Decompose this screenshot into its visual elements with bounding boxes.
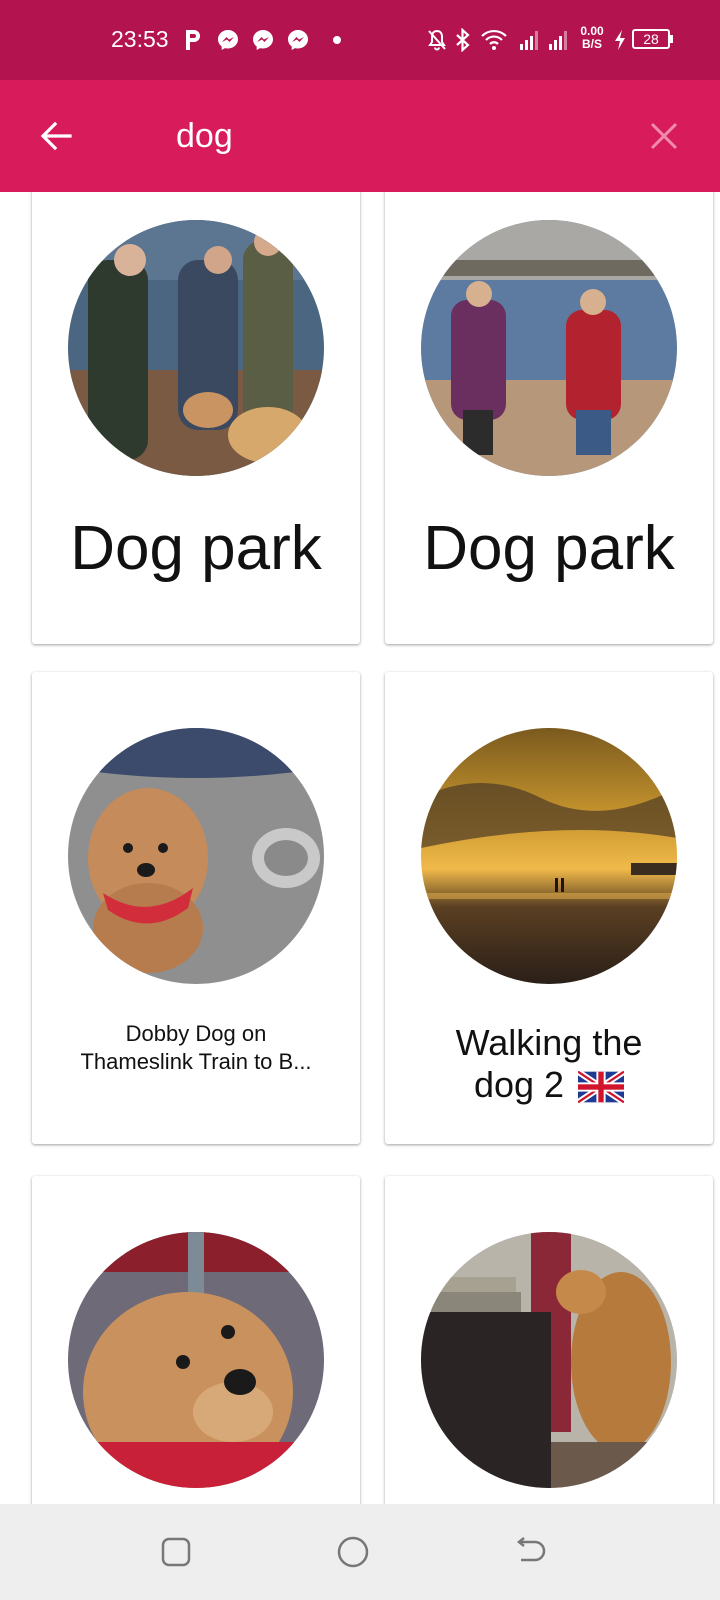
battery-level: 28: [643, 31, 659, 47]
result-card[interactable]: Walking the dog 2: [385, 672, 713, 1144]
result-image: [68, 728, 324, 984]
result-card[interactable]: Dobby Dog on Thameslink Train to B...: [32, 672, 360, 1144]
result-title: Walking the dog 2: [385, 1022, 713, 1106]
parking-icon: [186, 30, 200, 50]
photo-people-dogs-riverbank: [68, 220, 324, 476]
messenger-icon: [218, 30, 238, 50]
result-image: [68, 220, 324, 476]
wifi-icon: [481, 29, 507, 50]
recent-apps-icon: [161, 1537, 191, 1567]
result-card[interactable]: Dog park: [32, 192, 360, 644]
photo-cockapoo-train: [68, 728, 324, 984]
navigation-bar: [0, 1504, 720, 1600]
arrow-left-icon: [40, 121, 72, 151]
signal-icon: [549, 31, 567, 50]
home-icon: [337, 1536, 369, 1568]
back-icon: [516, 1537, 546, 1562]
results-grid: Dog park Dog park Dobby Dog on Thameslin…: [0, 192, 720, 1504]
result-card[interactable]: [32, 1176, 360, 1504]
result-title: Dog park: [423, 514, 675, 583]
photo-dog-living-room: [421, 1232, 677, 1488]
result-image: [421, 728, 677, 984]
result-title: Dog park: [70, 514, 322, 583]
result-title-line2: Thameslink Train to B...: [80, 1049, 312, 1074]
result-image: [421, 1232, 677, 1488]
recent-apps-button[interactable]: [148, 1524, 204, 1580]
photo-cockapoo-closeup: [68, 1232, 324, 1488]
search-input[interactable]: [176, 110, 616, 162]
photo-sunset-beach: [421, 728, 677, 984]
photo-people-beach: [421, 220, 677, 476]
result-image: [421, 220, 677, 476]
result-title-line2-row: dog 2: [385, 1064, 713, 1106]
home-button[interactable]: [325, 1524, 381, 1580]
result-card[interactable]: [385, 1176, 713, 1504]
result-card[interactable]: Dog park: [385, 192, 713, 644]
dot-icon: [333, 36, 341, 44]
result-image: [68, 1232, 324, 1488]
battery-tip: [670, 35, 673, 43]
status-bar: 23:53 0.00 B/S 28: [0, 0, 720, 80]
bluetooth-icon: [456, 28, 470, 52]
clear-search-button[interactable]: [640, 112, 688, 160]
net-speed-unit: B/S: [581, 37, 602, 51]
bell-off-icon: [428, 29, 446, 51]
status-time: 23:53: [111, 26, 169, 52]
result-title-line2: dog 2: [473, 1064, 565, 1105]
result-title-line1: Walking the: [455, 1022, 643, 1063]
charging-icon: [615, 30, 625, 50]
messenger-icon: [253, 30, 273, 50]
nav-back-button[interactable]: [502, 1524, 558, 1580]
uk-flag-icon: [578, 1071, 625, 1104]
result-title-line1: Dobby Dog on: [125, 1021, 267, 1046]
back-button[interactable]: [30, 110, 82, 162]
messenger-icon: [288, 30, 308, 50]
battery-icon: 28: [632, 29, 673, 49]
close-icon: [650, 122, 678, 150]
app-bar: [0, 80, 720, 192]
signal-icon: [520, 31, 538, 50]
result-title: Dobby Dog on Thameslink Train to B...: [32, 1020, 360, 1076]
net-speed-icon: 0.00 B/S: [575, 25, 609, 51]
